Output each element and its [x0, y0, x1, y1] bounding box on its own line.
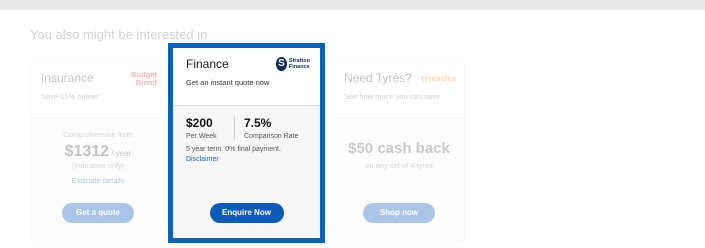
insurance-subtitle: Save 15% online* [41, 92, 101, 101]
comparison-rate: 7.5% Comparison Rate [234, 116, 308, 140]
weekly-label: Per Week [186, 133, 217, 140]
insurance-card-body: Comprehensive from $1312 / year (indicat… [31, 118, 165, 185]
finance-card-body: $200 Per Week 7.5% Comparison Rate 5 yea… [173, 106, 320, 238]
insurance-price: $1312 / year [64, 143, 132, 160]
disclaimer-link[interactable]: Disclaimer [186, 156, 320, 163]
loan-term-text: 5 year term. 0% final payment. [186, 146, 281, 153]
weekly-amount: $200 [186, 116, 213, 130]
tyres-card-body: $50 cash back on any set of 4 tyres [334, 118, 464, 170]
recommendations-panel: You also might be interested in Insuranc… [0, 10, 705, 248]
tyres-card[interactable]: Need Tyres? See how much you can save ty… [333, 60, 465, 242]
rate-value: 7.5% [244, 116, 272, 130]
tyres-offer: $50 cash back [348, 140, 450, 157]
insurance-card-header: Insurance Save 15% online* Budget Direct [31, 61, 165, 118]
finance-card-header: Finance Get an instant quote now S Strat… [173, 48, 320, 106]
tyresales-logo: tyresales [421, 74, 456, 83]
stratton-s-icon: S [275, 57, 287, 71]
estimate-details-link[interactable]: Estimate details [31, 176, 165, 185]
finance-card[interactable]: Finance Get an instant quote now S Strat… [168, 43, 325, 243]
enquire-now-button[interactable]: Enquire Now [209, 203, 284, 223]
tyres-card-header: Need Tyres? See how much you can save ty… [334, 61, 464, 118]
budget-direct-logo: Budget Direct [131, 70, 157, 87]
finance-subtitle: Get an instant quote now [186, 78, 270, 87]
tyres-subtitle: See how much you can save [344, 92, 440, 101]
rate-label: Comparison Rate [244, 133, 299, 140]
section-heading: You also might be interested in [30, 27, 208, 42]
weekly-payment: $200 Per Week [186, 116, 234, 140]
stratton-finance-logo: S Stratton Finance [275, 57, 310, 71]
insurance-card[interactable]: Insurance Save 15% online* Budget Direct… [30, 60, 166, 242]
insurance-note: (indicative only) [71, 161, 125, 170]
get-a-quote-button[interactable]: Get a quote [62, 203, 134, 223]
shop-now-button[interactable]: Shop now [363, 203, 435, 223]
tyres-offer-note: on any set of 4 tyres [365, 161, 433, 170]
insurance-label: Comprehensive from [63, 130, 133, 139]
